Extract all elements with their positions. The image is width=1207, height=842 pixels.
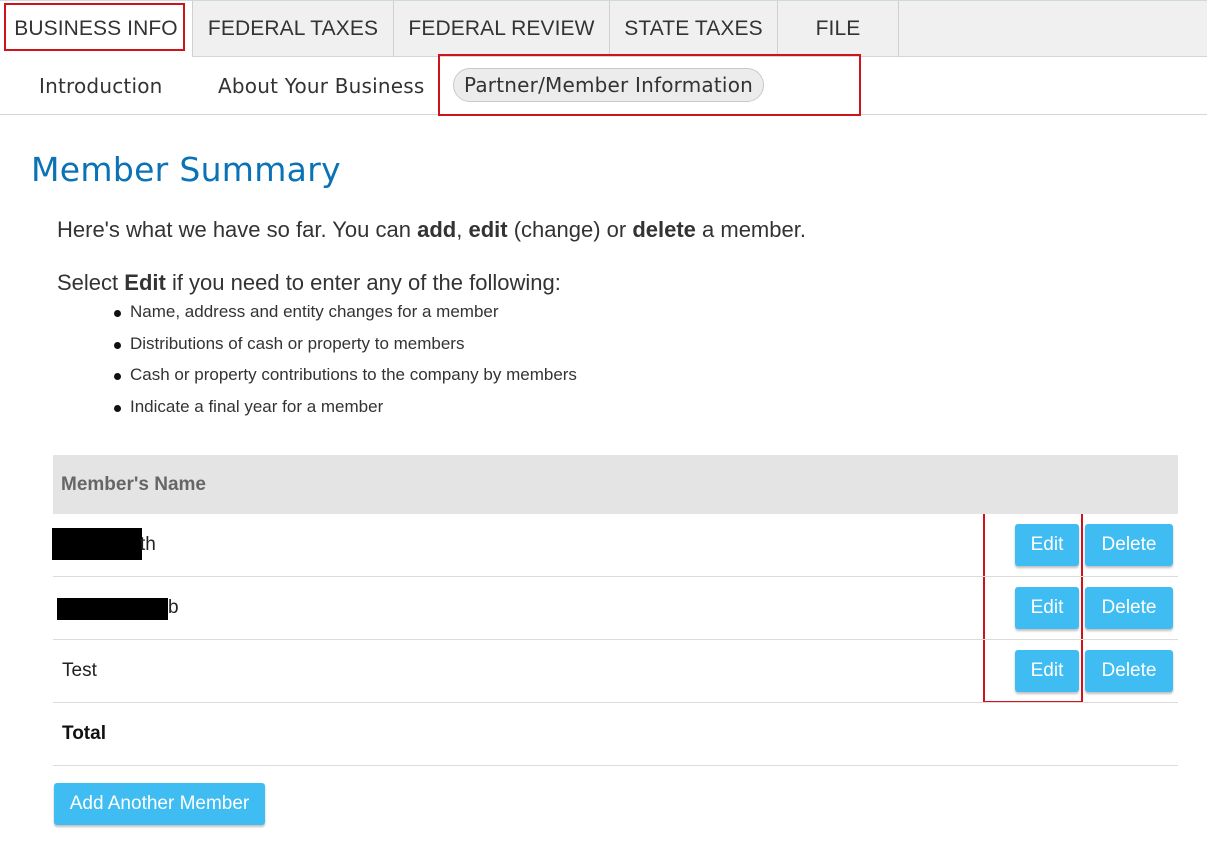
redacted-name-block [57, 598, 168, 620]
table-header: Member's Name [53, 455, 1178, 514]
member-name: b [168, 597, 179, 618]
table-total-row [53, 703, 1178, 766]
list-item: Name, address and entity changes for a m… [112, 298, 577, 330]
subnav-partner-member-information[interactable]: Partner/Member Information [453, 68, 764, 102]
intro-text: Here's what we have so far. You can add,… [57, 217, 806, 242]
tab-federal-taxes[interactable]: FEDERAL TAXES [193, 1, 394, 57]
edit-button[interactable]: Edit [1015, 524, 1079, 566]
tab-business-info[interactable]: BUSINESS INFO [0, 1, 193, 57]
bullet-icon [114, 310, 121, 317]
redacted-name-block [52, 528, 142, 560]
tab-federal-review[interactable]: FEDERAL REVIEW [394, 1, 610, 57]
edit-button[interactable]: Edit [1015, 650, 1079, 692]
table-row: b Edit Delete [53, 577, 1178, 640]
tab-state-taxes[interactable]: STATE TAXES [610, 1, 778, 57]
tab-file[interactable]: FILE [778, 1, 899, 57]
select-edit-text: Select Edit if you need to enter any of … [57, 270, 561, 295]
add-another-member-button[interactable]: Add Another Member [54, 783, 265, 825]
member-name: th [140, 534, 156, 555]
column-header-members-name: Member's Name [61, 473, 206, 495]
bullet-icon [114, 373, 121, 381]
top-nav-bar: BUSINESS INFO FEDERAL TAXES FEDERAL REVI… [0, 0, 1207, 57]
subnav-about-your-business[interactable]: About Your Business [218, 57, 425, 114]
table-row: Test Edit Delete [53, 640, 1178, 703]
delete-button[interactable]: Delete [1085, 524, 1173, 566]
bullet-icon [114, 341, 121, 349]
bullet-icon [114, 404, 121, 412]
list-item: Indicate a final year for a member [112, 393, 577, 425]
page-title: Member Summary [31, 150, 341, 189]
list-item: Distributions of cash or property to mem… [112, 330, 577, 362]
edit-button[interactable]: Edit [1015, 587, 1079, 629]
table-row: th Edit Delete [52, 514, 1178, 577]
list-item: Cash or property contributions to the co… [112, 361, 577, 393]
sub-nav: Introduction About Your Business Partner… [0, 57, 1207, 115]
delete-button[interactable]: Delete [1085, 587, 1173, 629]
member-name: Test [62, 660, 97, 681]
delete-button[interactable]: Delete [1085, 650, 1173, 692]
subnav-introduction[interactable]: Introduction [39, 57, 163, 114]
total-label: Total [62, 723, 106, 744]
edit-reasons-list: Name, address and entity changes for a m… [112, 298, 577, 424]
